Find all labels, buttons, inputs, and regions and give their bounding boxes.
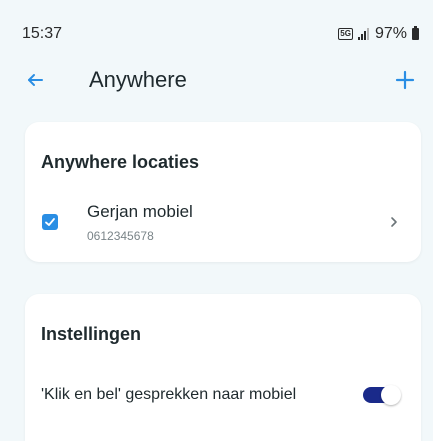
locations-card-title: Anywhere locaties xyxy=(41,152,200,172)
arrow-left-icon[interactable] xyxy=(26,70,46,90)
locations-card: Anywhere locaties Gerjan mobiel 06123456… xyxy=(25,122,421,262)
location-item[interactable]: Gerjan mobiel 0612345678 xyxy=(25,192,421,252)
location-number: 0612345678 xyxy=(87,229,154,243)
page-title: Anywhere xyxy=(89,67,187,92)
setting-item: 'Klik en bel' gesprekken naar mobiel xyxy=(25,378,421,414)
settings-card-title: Instellingen xyxy=(41,324,142,344)
chevron-right-icon xyxy=(391,217,397,227)
setting-label: 'Klik en bel' gesprekken naar mobiel xyxy=(41,386,297,403)
status-bar: 15:37 5G 97% xyxy=(0,0,433,56)
screen: 15:37 5G 97% Anywhere Anywhere locaties xyxy=(0,0,433,441)
network-type-icon: 5G xyxy=(338,28,353,40)
status-indicators: 5G 97% xyxy=(338,25,419,43)
location-name: Gerjan mobiel xyxy=(87,202,193,221)
status-time: 15:37 xyxy=(22,25,63,42)
checkmark-icon xyxy=(45,218,55,226)
battery-icon xyxy=(412,26,419,40)
app-bar: Anywhere xyxy=(0,56,433,104)
battery-percent: 97% xyxy=(374,25,407,42)
signal-strength-icon xyxy=(357,28,369,40)
toggle-knob xyxy=(381,385,401,405)
click-to-call-toggle[interactable] xyxy=(363,385,401,405)
settings-card: Instellingen 'Klik en bel' gesprekken na… xyxy=(25,294,421,441)
plus-icon[interactable] xyxy=(393,68,417,92)
location-checkbox[interactable] xyxy=(42,214,58,230)
